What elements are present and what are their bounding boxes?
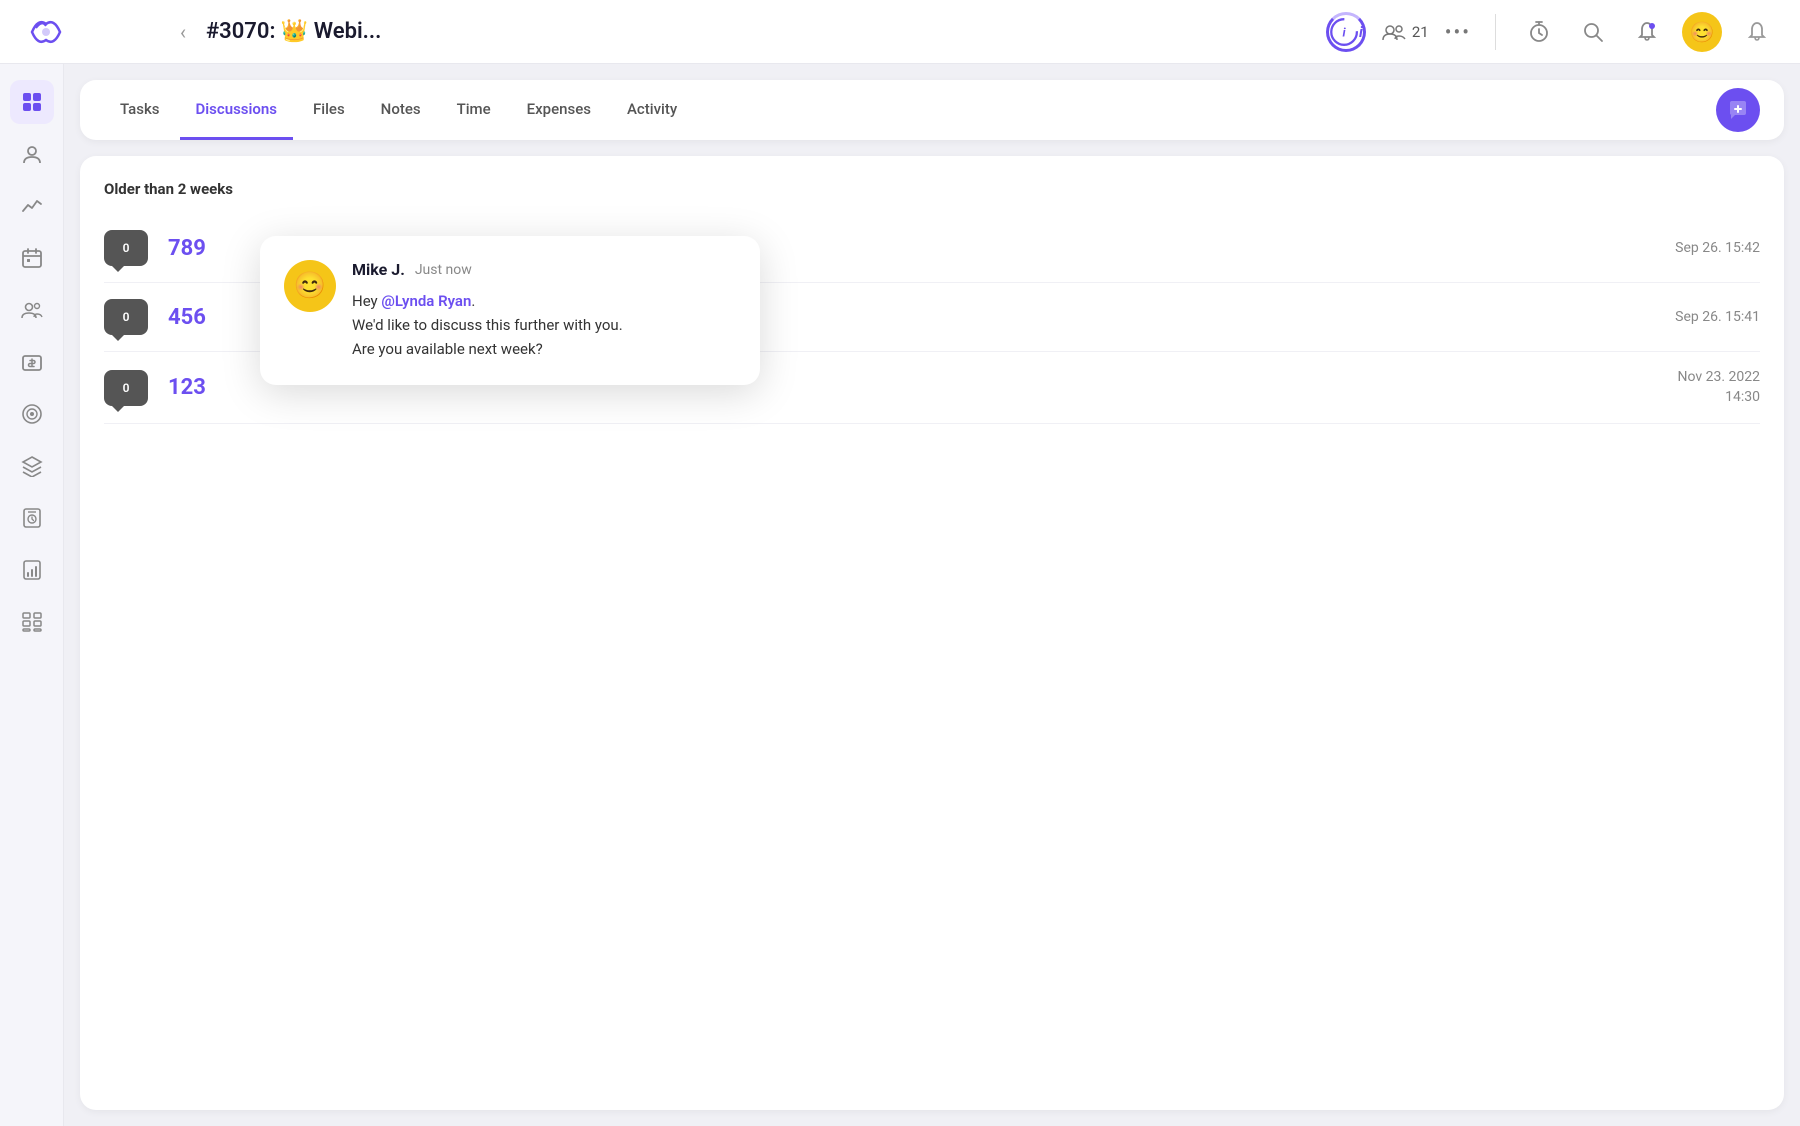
tab-expenses[interactable]: Expenses — [511, 80, 607, 140]
tab-panel: Tasks Discussions Files Notes Time Expen… — [80, 80, 1784, 140]
tabs: Tasks Discussions Files Notes Time Expen… — [104, 80, 1716, 140]
popup-avatar: 😊 — [284, 260, 336, 312]
timer-button[interactable] — [1520, 13, 1558, 51]
popup-mention[interactable]: @Lynda Ryan — [381, 292, 471, 310]
popup-time: Just now — [415, 262, 472, 278]
main-layout: Tasks Discussions Files Notes Time Expen… — [0, 64, 1800, 1126]
sidebar-item-calendar[interactable] — [10, 236, 54, 280]
page-title: #3070: 👑 Webi... — [206, 19, 1310, 44]
popup-text-line1: Hey — [352, 292, 381, 310]
sidebar-item-grid2[interactable] — [10, 600, 54, 644]
discussion-date-456: Sep 26. 15:41 — [1675, 309, 1760, 325]
members-badge[interactable]: 21 — [1382, 23, 1429, 41]
tab-activity[interactable]: Activity — [611, 80, 693, 140]
sidebar-item-grid[interactable] — [10, 80, 54, 124]
popup-author: Mike J. — [352, 260, 405, 279]
tab-notes[interactable]: Notes — [365, 80, 437, 140]
sidebar-item-user[interactable] — [10, 132, 54, 176]
sidebar-item-chart[interactable] — [10, 184, 54, 228]
search-button[interactable] — [1574, 13, 1612, 51]
sidebar-item-report[interactable] — [10, 548, 54, 592]
comment-badge-789: 0 — [104, 230, 148, 266]
sidebar — [0, 64, 64, 1126]
comment-count-456: 0 — [123, 310, 130, 324]
comment-count-789: 0 — [123, 241, 130, 255]
sidebar-item-target[interactable] — [10, 392, 54, 436]
alert-button[interactable] — [1738, 13, 1776, 51]
popup-text-period: . — [471, 292, 475, 310]
comment-badge-456: 0 — [104, 299, 148, 335]
discussion-date-123: Nov 23. 202214:30 — [1678, 368, 1761, 407]
sidebar-item-layers[interactable] — [10, 444, 54, 488]
popup-body: Hey @Lynda Ryan. We'd like to discuss th… — [352, 289, 736, 361]
notifications-bell-button[interactable] — [1628, 13, 1666, 51]
sidebar-item-team[interactable] — [10, 288, 54, 332]
more-button[interactable]: ••• — [1445, 20, 1471, 44]
user-avatar[interactable]: 😊 — [1682, 12, 1722, 52]
popup-header: Mike J. Just now — [352, 260, 736, 279]
content-area: Tasks Discussions Files Notes Time Expen… — [64, 64, 1800, 1126]
tab-tasks[interactable]: Tasks — [104, 80, 176, 140]
logo-area — [24, 10, 164, 54]
header-divider — [1495, 14, 1496, 50]
new-discussion-button[interactable] — [1716, 88, 1760, 132]
avatar-emoji: 😊 — [1690, 20, 1715, 44]
top-bar: ‹ #3070: 👑 Webi... i 21 ••• — [0, 0, 1800, 64]
comment-badge-123: 0 — [104, 370, 148, 406]
discussion-list: Older than 2 weeks 0 789 Sep 26. 15:42 0… — [80, 156, 1784, 1110]
tab-time[interactable]: Time — [441, 80, 507, 140]
popup-content: Mike J. Just now Hey @Lynda Ryan. We'd l… — [352, 260, 736, 361]
svg-text:i: i — [1342, 25, 1346, 39]
section-label: Older than 2 weeks — [104, 180, 1760, 198]
sidebar-item-timesheet[interactable] — [10, 496, 54, 540]
info-button[interactable]: i — [1326, 12, 1366, 52]
popup-text-line3: Are you available next week? — [352, 340, 543, 358]
members-icon — [1382, 23, 1406, 41]
app-logo — [24, 10, 68, 54]
comment-count-123: 0 — [123, 381, 130, 395]
sidebar-item-billing[interactable] — [10, 340, 54, 384]
back-button[interactable]: ‹ — [180, 20, 186, 44]
discussion-date-789: Sep 26. 15:42 — [1675, 240, 1760, 256]
tab-files[interactable]: Files — [297, 80, 361, 140]
tab-discussions[interactable]: Discussions — [180, 80, 293, 140]
header-actions: i 21 ••• — [1326, 12, 1776, 52]
members-count: 21 — [1412, 23, 1429, 41]
popup-text-line2: We'd like to discuss this further with y… — [352, 316, 623, 334]
info-circle-icon: i — [1329, 12, 1359, 52]
popup-card: 😊 Mike J. Just now Hey @Lynda Ryan. We'd… — [260, 236, 760, 385]
